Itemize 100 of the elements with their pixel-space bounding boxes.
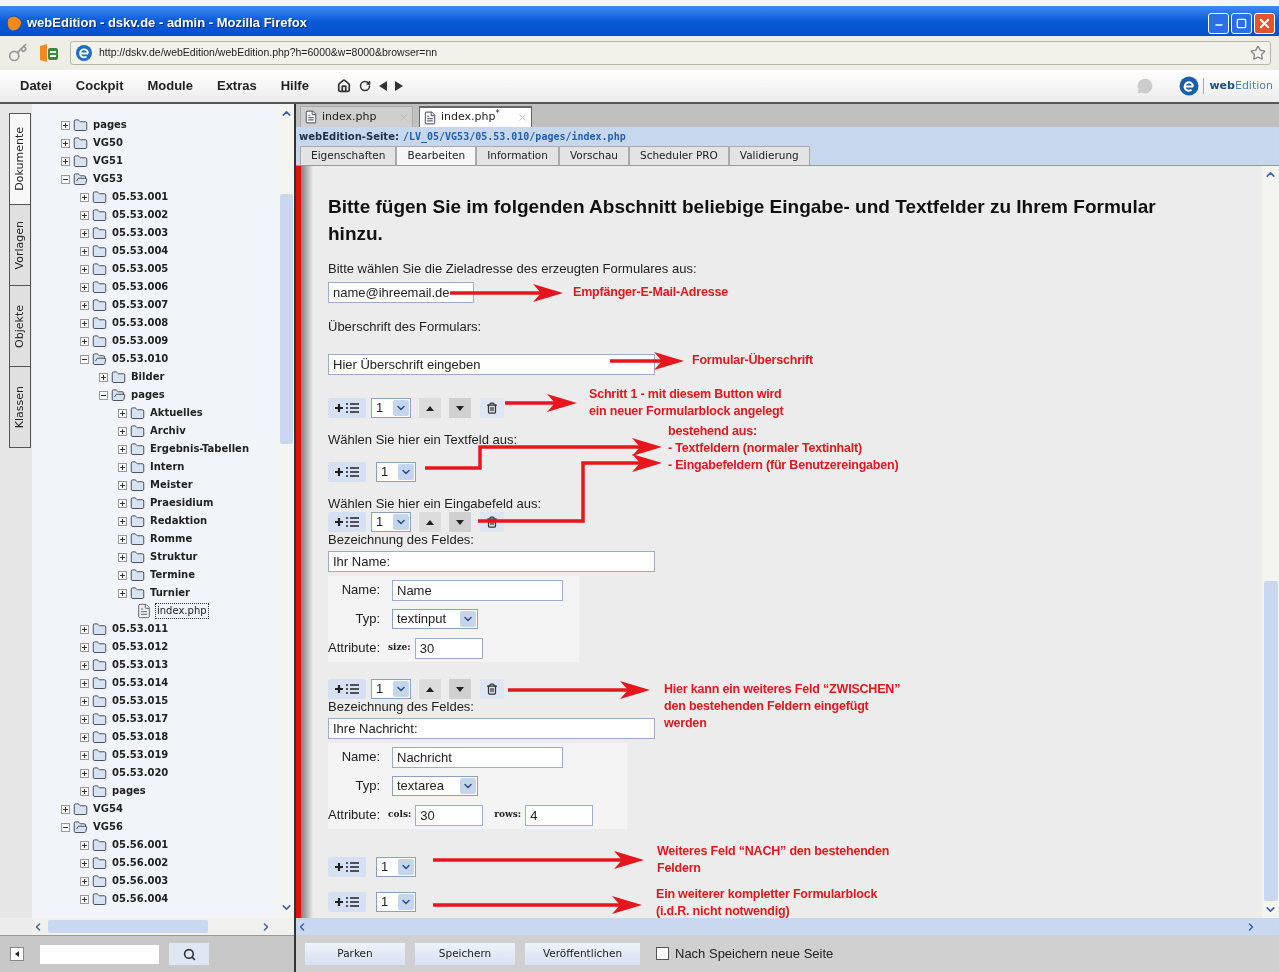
url-text: http://dskv.de/webEdition/webEdition.php?h=6000&w=8000&browser=nn <box>99 45 438 61</box>
editor-tab[interactable]: Information <box>476 146 559 165</box>
attribute-input[interactable]: 4 <box>525 804 594 826</box>
annotation-text: Formular-Überschrift <box>692 352 814 369</box>
field-caption: Bezeichnung des Feldes: <box>328 699 474 715</box>
annotation-text: Weiteres Feld “NACH” den bestehenden Feldern <box>657 843 890 877</box>
tree-item-label[interactable]: Intern <box>148 459 187 475</box>
side-tab[interactable]: Objekte <box>9 285 31 367</box>
action-button[interactable]: Veröffentlichen <box>525 942 640 965</box>
editor-tab[interactable]: Vorschau <box>558 146 629 165</box>
tree-item-label[interactable]: pages <box>110 783 148 799</box>
field-caption: Wählen Sie hier ein Eingabefeld aus: <box>328 496 542 512</box>
setting-label: Typ: <box>354 777 381 796</box>
menu-item[interactable]: Cockpit <box>75 76 124 96</box>
tree-item-label[interactable]: 05.53.020 <box>110 765 171 781</box>
tree-item-label[interactable]: 05.53.019 <box>110 747 171 763</box>
setting-label: Name: <box>340 581 381 600</box>
brand-name: webEdition <box>1203 77 1273 95</box>
tree-item-label[interactable]: Termine <box>148 567 197 583</box>
tree-item-label[interactable]: Praesidium <box>148 495 216 511</box>
tree-item-label[interactable]: 05.56.003 <box>110 873 171 889</box>
tree-item-label[interactable]: 05.53.005 <box>110 261 171 277</box>
menu-item[interactable]: Extras <box>216 76 257 96</box>
editor-tab[interactable]: Eigenschaften <box>300 146 397 165</box>
tree-item-label[interactable]: 05.53.015 <box>110 693 171 709</box>
tree-item-label[interactable]: 05.53.007 <box>110 297 171 313</box>
tree-item-label[interactable]: VG56 <box>91 819 125 835</box>
menu-item[interactable]: Module <box>147 76 193 96</box>
field-caption: Überschrift des Formulars: <box>328 319 482 335</box>
document-tab[interactable]: index.php$^{*}$ <box>419 106 532 127</box>
tree-item-label[interactable]: Meister <box>148 477 195 493</box>
attribute-input[interactable]: 30 <box>415 804 484 826</box>
field-caption: Wählen Sie hier ein Textfeld aus: <box>328 432 518 448</box>
address-field[interactable]: http://dskv.de/webEdition/webEdition.php?h=6000&w=8000&browser=nn <box>70 41 1271 65</box>
count-select[interactable]: 1 <box>376 892 416 912</box>
editor-tab[interactable]: Scheduler PRO <box>629 146 729 165</box>
tree-item-label[interactable]: 05.53.013 <box>110 657 171 673</box>
field-label-input[interactable]: Ihre Nachricht: <box>328 718 655 739</box>
tree-item-label[interactable]: Aktuelles <box>148 405 205 421</box>
tree-item-label[interactable]: Struktur <box>148 549 200 565</box>
tree-item-label[interactable]: 05.56.001 <box>110 837 171 853</box>
count-select[interactable]: 1 <box>371 512 411 532</box>
tree-item-label[interactable]: 05.53.014 <box>110 675 171 691</box>
tree-item-label[interactable]: Ergebnis-Tabellen <box>148 441 252 457</box>
tree-item-label[interactable]: pages <box>91 117 129 133</box>
tree-item-label[interactable]: pages <box>129 387 167 403</box>
tree-item-label[interactable]: 05.53.018 <box>110 729 171 745</box>
tree-item-label[interactable]: Romme <box>148 531 195 547</box>
action-button[interactable]: Parken <box>305 942 405 965</box>
path-value: /LV_05/VG53/05.53.010/pages/index.php <box>402 130 626 144</box>
count-select[interactable]: 1 <box>371 398 411 418</box>
count-select[interactable]: 1 <box>376 857 416 877</box>
email-input[interactable]: name@ihreemail.de <box>328 282 474 303</box>
tree-item-label[interactable]: 05.53.001 <box>110 189 171 205</box>
attribute-key: cols: <box>388 808 412 822</box>
menu-item[interactable]: Datei <box>20 76 52 96</box>
tree-item-label[interactable]: 05.53.002 <box>110 207 171 223</box>
field-label-input[interactable]: Ihr Name: <box>328 551 655 572</box>
attribute-key: size: <box>388 641 411 655</box>
tree-item-label[interactable]: Redaktion <box>148 513 210 529</box>
name-input[interactable]: Nachricht <box>392 746 563 768</box>
setting-label: Typ: <box>354 610 381 629</box>
tree-item-label[interactable]: VG54 <box>91 801 125 817</box>
heading-input[interactable]: Hier Überschrift eingeben <box>328 354 655 375</box>
tree-item-label[interactable]: index.php <box>155 603 209 619</box>
checkbox-label: Nach Speichern neue Seite <box>675 944 834 963</box>
tree-item-label[interactable]: Archiv <box>148 423 188 439</box>
side-tab[interactable]: Vorlagen <box>9 204 31 286</box>
tree-item-label[interactable]: VG50 <box>91 135 125 151</box>
tree-item-label[interactable]: 05.53.009 <box>110 333 171 349</box>
side-tab[interactable]: Dokumente <box>9 113 31 205</box>
type-select[interactable]: textinput <box>392 609 478 629</box>
editor-tab[interactable]: Validierung <box>728 146 810 165</box>
tree-item-label[interactable]: VG51 <box>91 153 125 169</box>
document-tab[interactable]: index.php <box>300 106 413 127</box>
tree-item-label[interactable]: 05.53.008 <box>110 315 171 331</box>
tree-item-label[interactable]: 05.53.011 <box>110 621 171 637</box>
editor-tab[interactable]: Bearbeiten <box>396 146 477 165</box>
tree-item-label[interactable]: VG53 <box>91 171 125 187</box>
count-select[interactable]: 1 <box>371 679 411 699</box>
tree-item-label[interactable]: 05.53.012 <box>110 639 171 655</box>
tree-item-label[interactable]: 05.56.002 <box>110 855 171 871</box>
attribute-input[interactable]: 30 <box>414 637 483 659</box>
tree-item-label[interactable]: Turnier <box>148 585 193 601</box>
annotation-text: Empfänger-E-Mail-Adresse <box>573 284 728 301</box>
tree-item-label[interactable]: 05.53.003 <box>110 225 171 241</box>
action-button[interactable]: Speichern <box>415 942 515 965</box>
type-select[interactable]: textarea <box>392 776 478 796</box>
menu-item[interactable]: Hilfe <box>280 76 309 96</box>
field-caption: Bezeichnung des Feldes: <box>328 532 474 548</box>
attribute-key: rows: <box>494 808 522 822</box>
tree-item-label[interactable]: Bilder <box>129 369 167 385</box>
tree-item-label[interactable]: 05.53.017 <box>110 711 171 727</box>
tree-item-label[interactable]: 05.53.010 <box>110 351 171 367</box>
tree-item-label[interactable]: 05.53.004 <box>110 243 171 259</box>
tree-item-label[interactable]: 05.53.006 <box>110 279 171 295</box>
side-tab[interactable]: Klassen <box>9 366 31 448</box>
tree-item-label[interactable]: 05.56.004 <box>110 891 171 907</box>
count-select[interactable]: 1 <box>376 462 416 482</box>
name-input[interactable]: Name <box>392 579 563 601</box>
